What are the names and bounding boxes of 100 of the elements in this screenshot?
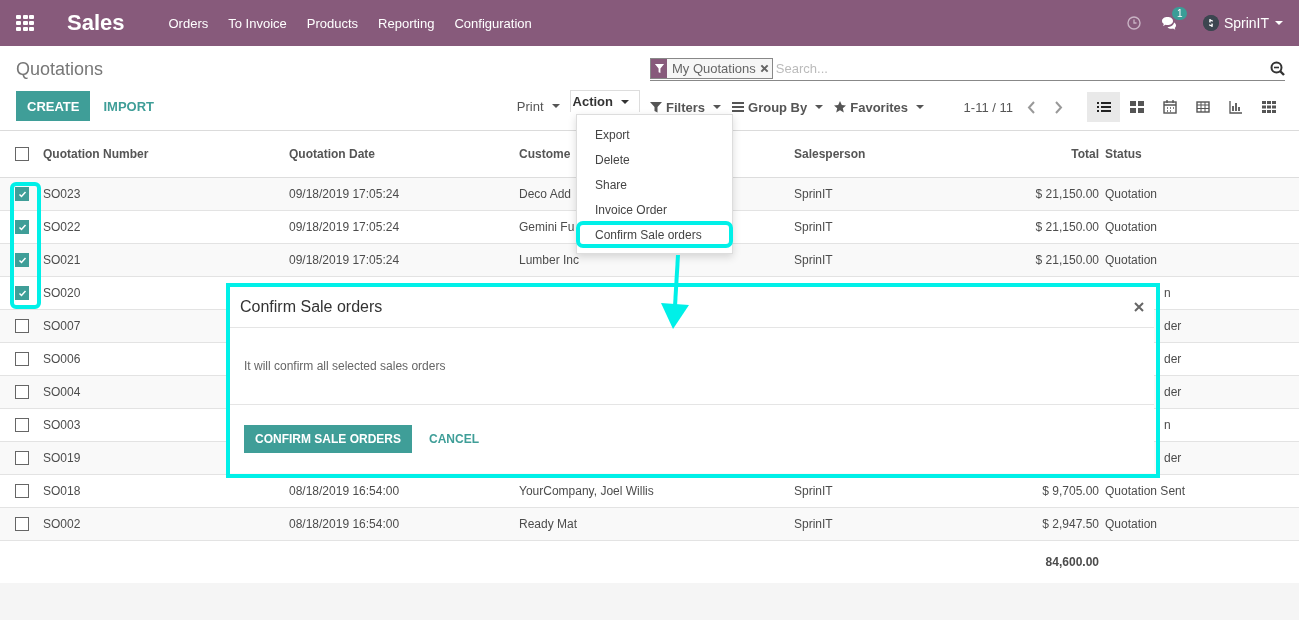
checkbox[interactable] [15, 187, 29, 201]
checkbox[interactable] [15, 286, 29, 300]
remove-icon[interactable] [759, 63, 769, 73]
app-title: Sales [67, 10, 125, 36]
table-cell: SprinIT [794, 517, 833, 531]
table-cell: SO002 [43, 517, 81, 531]
column-header[interactable]: Quotation Number [43, 147, 149, 161]
table-cell: Lumber Inc [519, 253, 580, 267]
filter-facet[interactable]: My Quotations [650, 57, 773, 79]
column-header[interactable]: Quotation Date [289, 147, 375, 161]
checkbox[interactable] [15, 147, 29, 161]
user-menu[interactable]: SprinIT [1223, 15, 1269, 31]
table-cell: der [1164, 319, 1182, 333]
view-switch-button[interactable] [1087, 92, 1120, 122]
table-cell: Ready Mat [519, 517, 578, 531]
menu-link[interactable]: To Invoice [228, 15, 287, 31]
table-cell: SO006 [43, 352, 81, 366]
check-icon [17, 255, 27, 265]
table-cell: $ 2,947.50 [1042, 517, 1099, 531]
checkbox[interactable] [15, 517, 29, 531]
message-count-badge: 1 [1171, 7, 1188, 20]
table-cell: SprinIT [794, 220, 833, 234]
table-cell: n [1164, 286, 1171, 300]
table-cell: der [1164, 385, 1182, 399]
menu-item[interactable]: Share [577, 172, 732, 197]
menu-link[interactable]: Orders [168, 15, 209, 31]
menu-link[interactable]: Reporting [378, 15, 435, 31]
table-cell: 09/18/2019 17:05:24 [289, 220, 400, 234]
menu-link[interactable]: Configuration [454, 15, 532, 31]
table-cell: SO022 [43, 220, 81, 234]
action-dropdown[interactable]: Action [569, 90, 640, 112]
table-cell: $ 21,150.00 [1035, 187, 1099, 201]
list-view-icon [1096, 100, 1111, 114]
column-header[interactable]: Total [1071, 147, 1099, 161]
table-cell: SO003 [43, 418, 81, 432]
table-cell: SprinIT [794, 187, 833, 201]
page-title: Quotations [16, 59, 105, 81]
search-icon[interactable] [1270, 60, 1285, 76]
table-cell: SO018 [43, 484, 81, 498]
column-header[interactable]: Status [1105, 147, 1142, 161]
table-cell: der [1164, 352, 1182, 366]
table-icon [1195, 100, 1210, 114]
table-cell: SO004 [43, 385, 81, 399]
next-icon[interactable] [1054, 100, 1063, 114]
checkbox[interactable] [15, 253, 29, 267]
search-option-dropdown[interactable]: Group By [732, 99, 824, 115]
table-cell: Gemini Fu [519, 220, 575, 234]
table-row[interactable]: SO002 08/18/2019 16:54:00 Ready Mat SprinIT $ 2,947.50 Quotation [0, 508, 1299, 541]
column-header[interactable]: Salesperson [794, 147, 866, 161]
pager-value: 1-11 / 11 [963, 99, 1013, 115]
checkbox[interactable] [15, 418, 29, 432]
star-icon [834, 101, 847, 113]
menu-item[interactable]: Delete [577, 147, 732, 172]
table-cell: $ 21,150.00 [1035, 220, 1099, 234]
menu-link[interactable]: Products [306, 15, 359, 31]
check-icon [17, 222, 27, 232]
previous-icon[interactable] [1027, 100, 1036, 114]
table-cell: 09/18/2019 17:05:24 [289, 253, 400, 267]
avatar-icon [1202, 15, 1219, 31]
table-cell: SO021 [43, 253, 81, 267]
table-cell: SO019 [43, 451, 81, 465]
chat-icon[interactable] [1160, 16, 1177, 30]
checkbox[interactable] [15, 352, 29, 366]
checkbox[interactable] [15, 220, 29, 234]
grid-icon [1261, 100, 1276, 114]
checkbox[interactable] [15, 484, 29, 498]
calendar-icon [1162, 100, 1177, 114]
menu-item[interactable]: Export [577, 122, 732, 147]
table-cell: Quotation [1105, 517, 1158, 531]
table-cell: 09/18/2019 17:05:24 [289, 187, 400, 201]
table-cell: YourCompany, Joel Willis [519, 484, 654, 498]
menu-item[interactable]: Confirm Sale orders [577, 222, 732, 247]
table-cell: $ 21,150.00 [1035, 253, 1099, 267]
checkbox[interactable] [15, 385, 29, 399]
dialog-message: It will confirm all selected sales orders [244, 359, 446, 373]
clock-icon[interactable] [1126, 16, 1141, 30]
close-icon[interactable] [1134, 302, 1144, 312]
search-option-dropdown[interactable]: Favorites [834, 99, 925, 115]
table-cell: $ 9,705.00 [1042, 484, 1099, 498]
table-cell: n [1164, 418, 1171, 432]
table-cell: SprinIT [794, 484, 833, 498]
caret-icon [1275, 21, 1283, 25]
bar-chart-icon [1228, 100, 1243, 114]
checkbox[interactable] [15, 319, 29, 333]
column-header[interactable]: Custome [519, 147, 571, 161]
table-cell: der [1164, 451, 1182, 465]
filter-icon [653, 62, 665, 74]
table-cell: SO007 [43, 319, 81, 333]
table-row[interactable]: SO021 09/18/2019 17:05:24 Lumber Inc SprinIT $ 21,150.00 Quotation [0, 244, 1299, 277]
table-cell: Quotation [1105, 253, 1158, 267]
table-cell: Deco Add [519, 187, 572, 201]
table-cell: Quotation [1105, 220, 1158, 234]
table-cell: SO023 [43, 187, 81, 201]
print-dropdown[interactable]: Print [516, 98, 560, 114]
apps-grid-icon[interactable] [16, 15, 34, 31]
table-cell: 08/18/2019 16:54:00 [289, 484, 400, 498]
checkbox[interactable] [15, 451, 29, 465]
kanban-icon [1129, 100, 1144, 114]
search-option-dropdown[interactable]: Filters [650, 99, 721, 115]
table-cell: SO020 [43, 286, 81, 300]
